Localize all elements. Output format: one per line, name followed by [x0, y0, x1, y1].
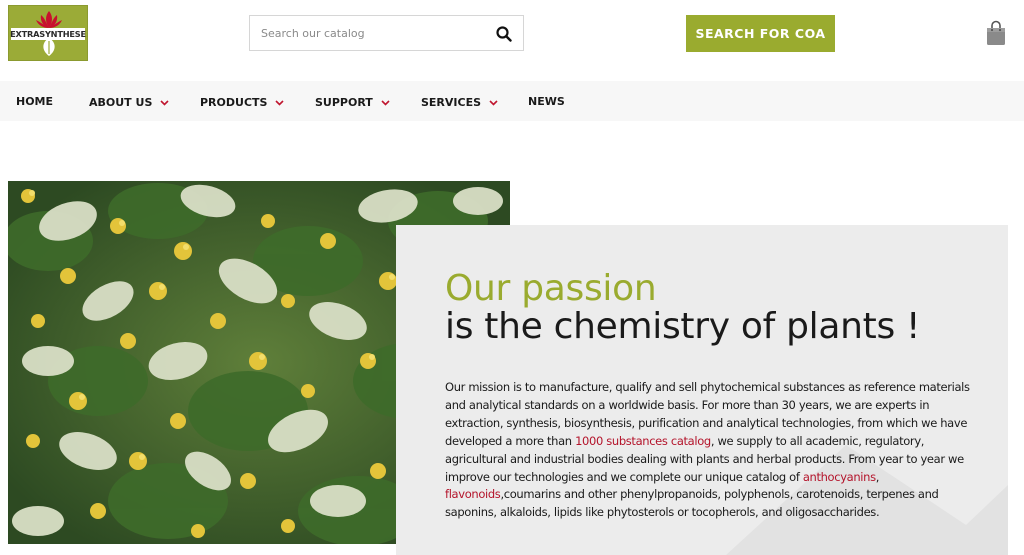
nav-home[interactable]: HOME [16, 95, 53, 108]
search-icon[interactable] [495, 25, 513, 43]
mission-paragraph: Our mission is to manufacture, qualify a… [445, 379, 970, 522]
chevron-down-icon [275, 99, 285, 106]
nav-about-us[interactable]: ABOUT US [89, 96, 169, 109]
nav-products-label: PRODUCTS [200, 96, 268, 109]
leaf-icon [43, 38, 55, 56]
nav-home-label: HOME [16, 95, 54, 108]
nav-products[interactable]: PRODUCTS [200, 96, 285, 109]
lotus-flower-icon [36, 11, 62, 28]
nav-services[interactable]: SERVICES [421, 96, 498, 109]
extrasynthese-logo[interactable]: EXTRASYNTHESE [8, 5, 88, 61]
nav-services-label: SERVICES [421, 96, 482, 109]
mission-text-3: , [875, 469, 880, 484]
chevron-down-icon [489, 99, 498, 106]
nav-support-label: SUPPORT [315, 96, 373, 109]
hero-title-line2: is the chemistry of plants ! [445, 306, 921, 347]
anthocyanins-link[interactable]: anthocyanins [803, 470, 876, 484]
main-navigation: HOME ABOUT US PRODUCTS SUPPORT SERVICES … [0, 81, 1024, 121]
chevron-down-icon [381, 99, 390, 106]
nav-about-us-label: ABOUT US [89, 96, 153, 109]
mission-text-4: ,coumarins and other phenylpropanoids, p… [445, 487, 939, 520]
catalog-link[interactable]: 1000 substances catalog [575, 434, 711, 448]
hero-title-line1: Our passion [445, 268, 657, 309]
nav-support[interactable]: SUPPORT [315, 96, 390, 109]
catalog-search-box [249, 15, 524, 51]
search-input[interactable] [261, 24, 481, 42]
chevron-down-icon [160, 99, 169, 106]
flavonoids-link[interactable]: flavonoids [445, 487, 501, 501]
shopping-bag-icon[interactable] [985, 20, 1007, 46]
search-for-coa-button[interactable]: SEARCH FOR COA [686, 15, 835, 52]
nav-news-label: NEWS [528, 95, 565, 108]
nav-news[interactable]: NEWS [528, 95, 565, 108]
